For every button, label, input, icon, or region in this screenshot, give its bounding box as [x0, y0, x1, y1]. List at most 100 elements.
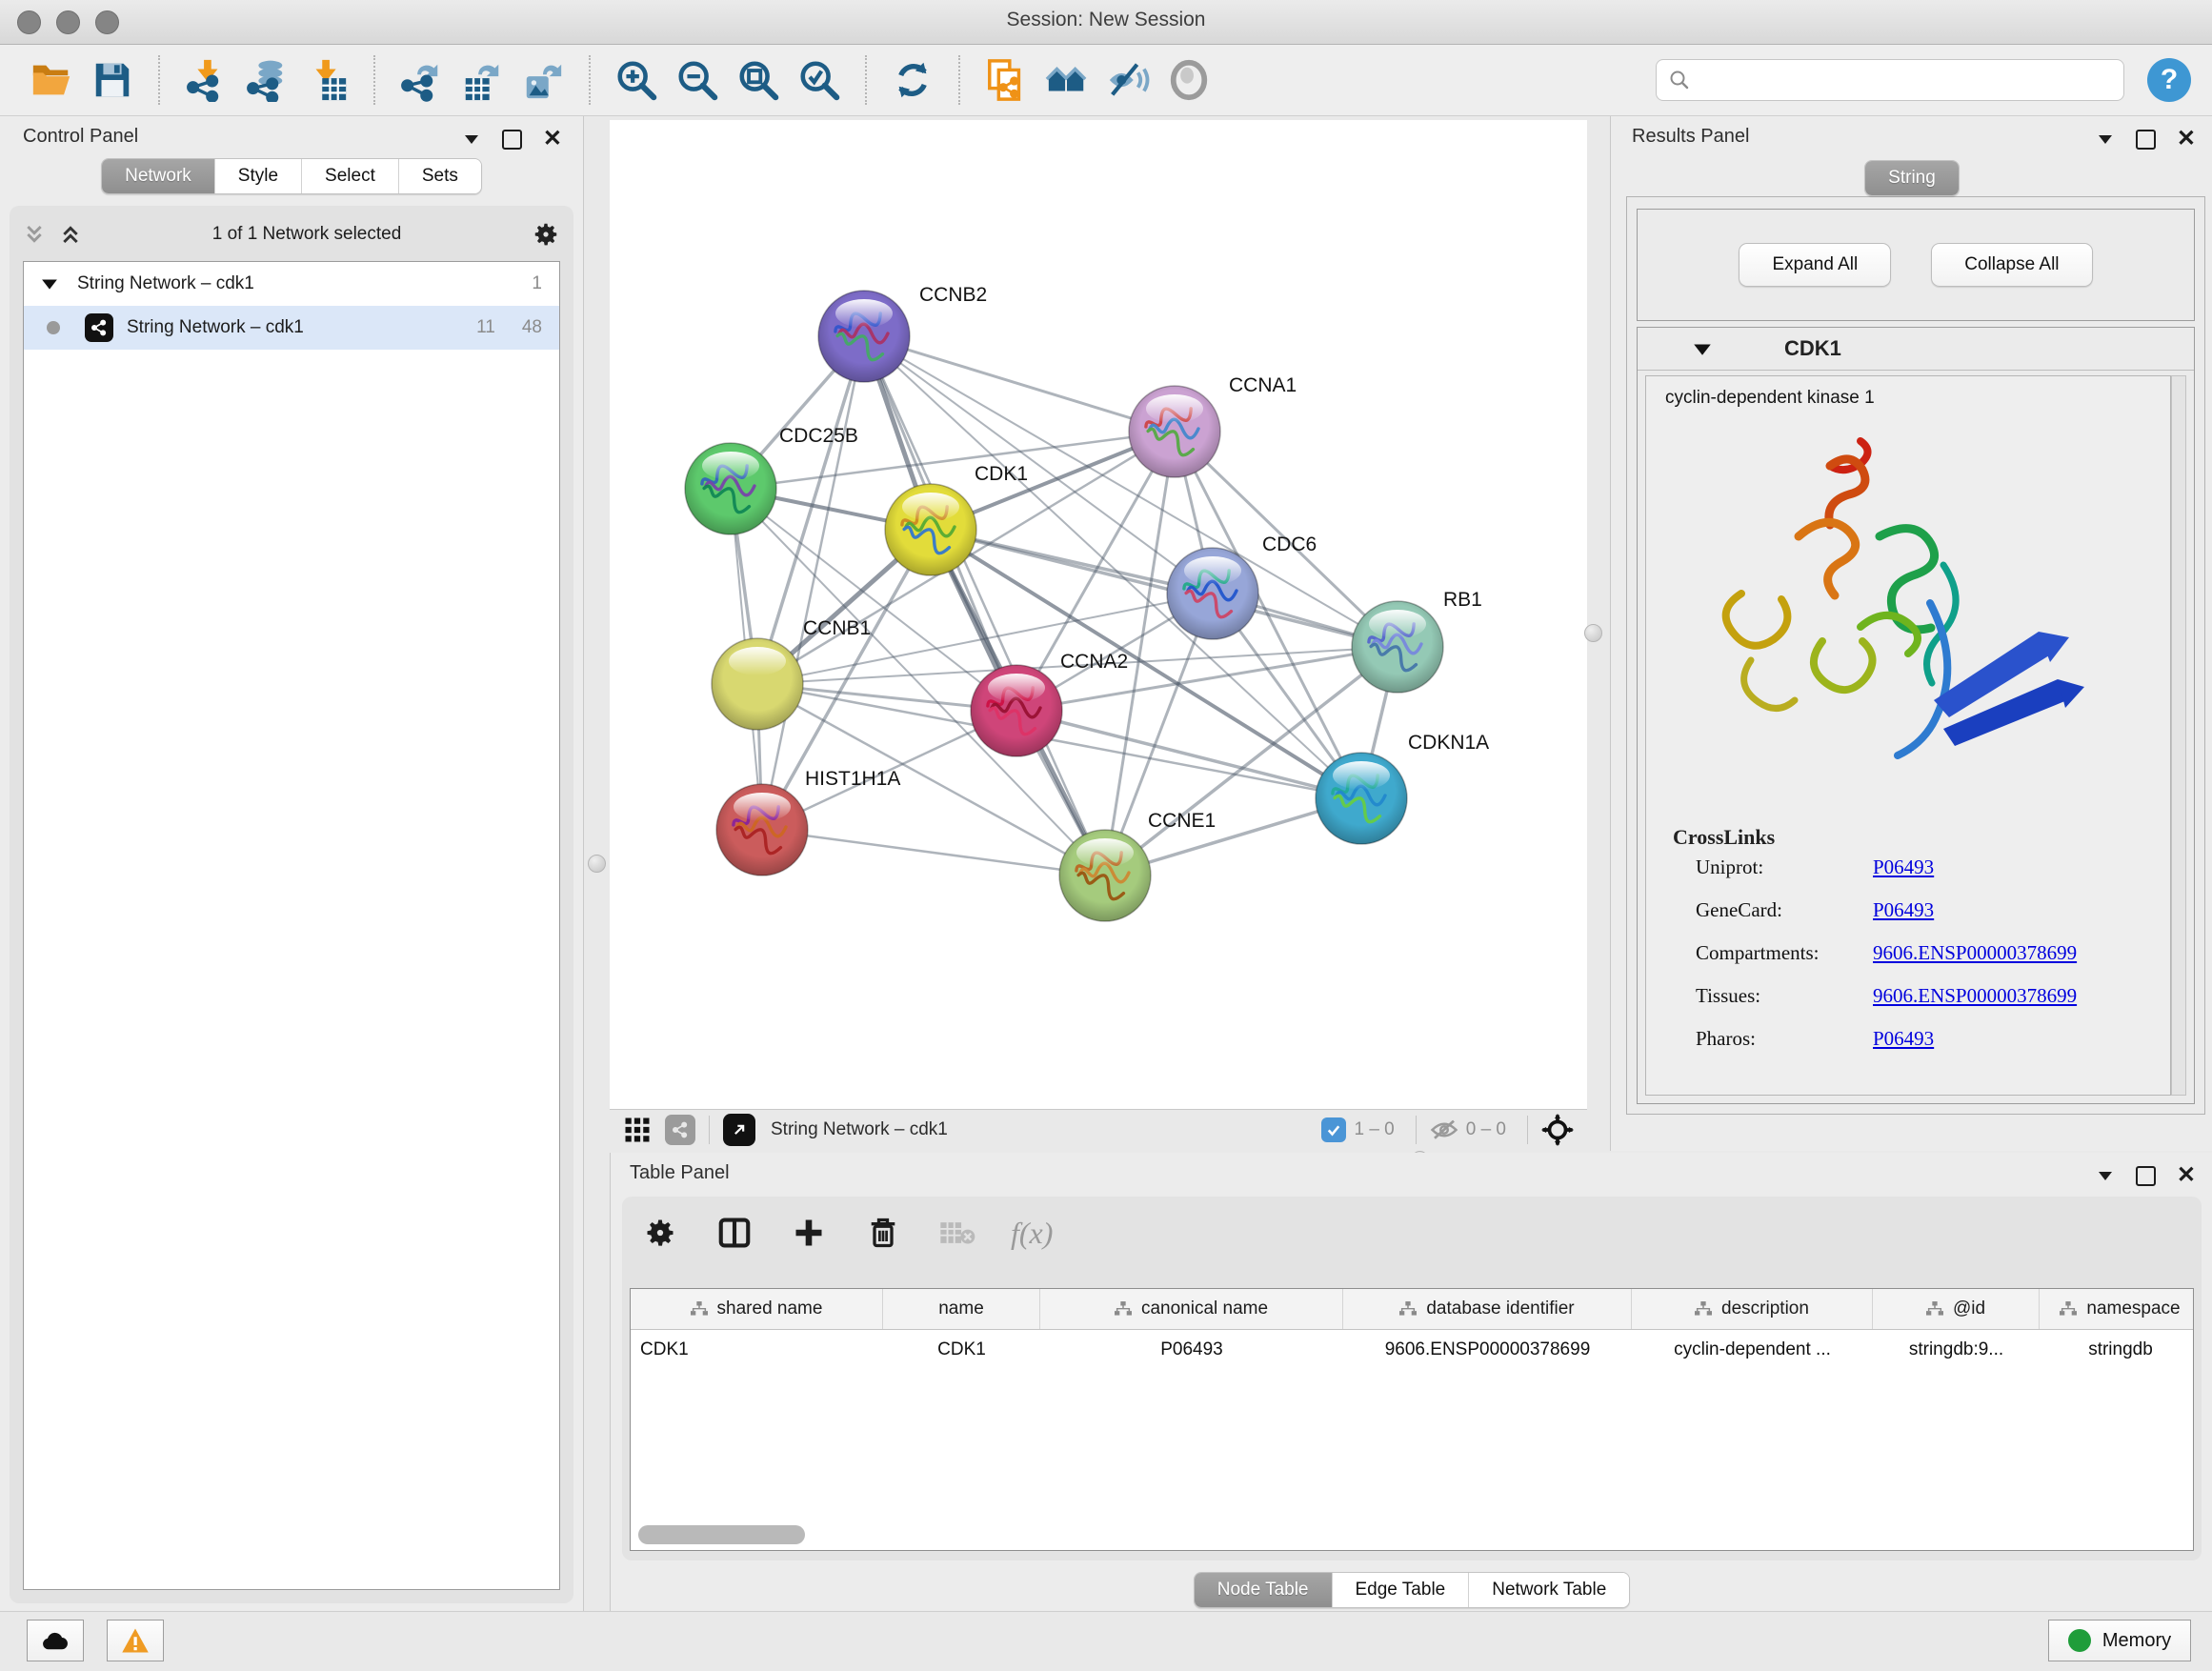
- export-table-button[interactable]: [455, 52, 509, 108]
- function-builder-button[interactable]: f(x): [1011, 1216, 1053, 1251]
- network-view-canvas[interactable]: CCNB2CCNA1CDC25BCDK1CDC6RB1CCNB1CCNA2CDK…: [610, 120, 1587, 1109]
- collapse-all-chevron-icon[interactable]: [23, 223, 46, 246]
- crosslink-link[interactable]: 9606.ENSP00000378699: [1873, 984, 2077, 1008]
- crosslink-label: Tissues:: [1696, 984, 1873, 1008]
- detach-view-icon[interactable]: [723, 1114, 755, 1146]
- node-label-CDK1: CDK1: [975, 463, 1028, 485]
- network-edge-CCNB2-HIST1H1A[interactable]: [762, 336, 864, 830]
- export-network-button[interactable]: [394, 52, 448, 108]
- import-network-from-file-button[interactable]: [179, 52, 232, 108]
- crosslink-link[interactable]: P06493: [1873, 898, 1934, 922]
- panel-menu-icon[interactable]: [462, 132, 481, 146]
- network-row[interactable]: String Network – cdk1 11 48: [24, 306, 559, 350]
- show-columns-button[interactable]: [714, 1212, 755, 1254]
- clone-network-button[interactable]: [979, 52, 1033, 108]
- column-header--id[interactable]: @id: [1873, 1289, 2040, 1329]
- panel-menu-icon[interactable]: [2096, 132, 2115, 146]
- column-header-name[interactable]: name: [883, 1289, 1040, 1329]
- panel-menu-icon[interactable]: [2096, 1169, 2115, 1182]
- fit-content-crosshair-icon[interactable]: [1541, 1114, 1574, 1146]
- selected-checkbox-icon[interactable]: [1321, 1117, 1346, 1142]
- save-session-button[interactable]: [86, 52, 139, 108]
- crosslink-link[interactable]: 9606.ENSP00000378699: [1873, 941, 2077, 965]
- zoom-out-button[interactable]: [671, 52, 724, 108]
- table-row[interactable]: CDK1CDK1P064939606.ENSP00000378699cyclin…: [631, 1330, 2193, 1370]
- hidden-eye-icon[interactable]: [1430, 1117, 1458, 1142]
- column-header-shared-name[interactable]: shared name: [631, 1289, 883, 1329]
- crosslink-link[interactable]: P06493: [1873, 856, 1934, 879]
- horizontal-scrollbar-thumb[interactable]: [638, 1525, 805, 1544]
- column-header-canonical-name[interactable]: canonical name: [1040, 1289, 1343, 1329]
- panel-float-icon[interactable]: [502, 130, 522, 150]
- network-node-CDC6[interactable]: [1167, 548, 1258, 639]
- import-network-from-database-button[interactable]: [240, 52, 293, 108]
- column-header-database-identifier[interactable]: database identifier: [1343, 1289, 1632, 1329]
- import-table-from-file-button[interactable]: [301, 52, 354, 108]
- results-scrollbar-track[interactable]: [2171, 375, 2186, 1096]
- zoom-fit-button[interactable]: [732, 52, 785, 108]
- tab-select[interactable]: Select: [302, 159, 399, 193]
- tab-network[interactable]: Network: [102, 159, 215, 193]
- network-node-CCNE1[interactable]: [1059, 830, 1151, 921]
- panel-close-icon[interactable]: ✕: [543, 128, 562, 151]
- export-image-button[interactable]: [516, 52, 570, 108]
- tab-network-table[interactable]: Network Table: [1469, 1573, 1629, 1607]
- help-button[interactable]: ?: [2147, 58, 2191, 102]
- memory-button[interactable]: Memory: [2048, 1620, 2191, 1661]
- panel-close-icon[interactable]: ✕: [2177, 1164, 2196, 1187]
- network-node-CCNB2[interactable]: [818, 291, 910, 382]
- tab-node-table[interactable]: Node Table: [1195, 1573, 1333, 1607]
- network-node-CDC25B[interactable]: [685, 443, 776, 534]
- expand-all-chevron-icon[interactable]: [59, 223, 82, 246]
- network-edge-CCNB2-CCNE1[interactable]: [864, 336, 1105, 876]
- search-input[interactable]: [1699, 69, 2112, 91]
- network-node-CCNA1[interactable]: [1129, 386, 1220, 477]
- crosslink-label: Uniprot:: [1696, 856, 1873, 879]
- network-edge-CDK1-RB1[interactable]: [931, 530, 1398, 647]
- delete-column-button[interactable]: [862, 1212, 904, 1254]
- tab-string[interactable]: String: [1865, 161, 1959, 195]
- grid-view-icon[interactable]: [623, 1116, 652, 1144]
- show-hide-graphics-button[interactable]: [1101, 52, 1155, 108]
- create-column-button[interactable]: [788, 1212, 830, 1254]
- birds-eye-view-button[interactable]: [1162, 52, 1216, 108]
- network-node-HIST1H1A[interactable]: [716, 784, 808, 876]
- network-collection-row[interactable]: String Network – cdk1 1: [24, 262, 559, 306]
- collapse-all-button[interactable]: Collapse All: [1931, 243, 2092, 287]
- zoom-selected-button[interactable]: [793, 52, 846, 108]
- network-node-CDK1[interactable]: [885, 484, 976, 575]
- tab-sets[interactable]: Sets: [399, 159, 481, 193]
- network-node-CDKN1A[interactable]: [1316, 753, 1407, 844]
- network-edge-CCNA2-CDKN1A[interactable]: [1016, 711, 1361, 798]
- table-settings-button[interactable]: [639, 1212, 681, 1254]
- column-header-namespace[interactable]: namespace: [2040, 1289, 2194, 1329]
- tab-style[interactable]: Style: [215, 159, 302, 193]
- netbar-separator: [1527, 1116, 1528, 1144]
- network-view-share-icon[interactable]: [665, 1115, 695, 1145]
- panel-float-icon[interactable]: [2136, 130, 2156, 150]
- network-node-CCNA2[interactable]: [971, 665, 1062, 756]
- gear-icon[interactable]: [532, 220, 560, 249]
- expand-all-button[interactable]: Expand All: [1739, 243, 1891, 287]
- open-session-button[interactable]: [25, 52, 78, 108]
- network-edge-CCNB2-CCNA1[interactable]: [864, 336, 1175, 432]
- panel-close-icon[interactable]: ✕: [2177, 128, 2196, 151]
- left-splitter-grip[interactable]: [588, 855, 606, 873]
- network-node-RB1[interactable]: [1352, 601, 1443, 693]
- section-collapse-icon[interactable]: [1693, 342, 1712, 356]
- column-header-description[interactable]: description: [1632, 1289, 1873, 1329]
- panel-float-icon[interactable]: [2136, 1166, 2156, 1186]
- node-details-header[interactable]: CDK1: [1638, 328, 2194, 371]
- apply-layout-button[interactable]: [886, 52, 939, 108]
- collection-expand-icon[interactable]: [41, 277, 58, 291]
- cloud-status-button[interactable]: [27, 1620, 84, 1661]
- warnings-button[interactable]: [107, 1620, 164, 1661]
- zoom-in-button[interactable]: [610, 52, 663, 108]
- network-edge-HIST1H1A-CCNE1[interactable]: [762, 830, 1105, 876]
- delete-table-button[interactable]: [936, 1212, 978, 1254]
- home-stringify-button[interactable]: [1040, 52, 1094, 108]
- network-node-CCNB1[interactable]: [712, 638, 803, 730]
- tab-edge-table[interactable]: Edge Table: [1333, 1573, 1470, 1607]
- right-splitter-grip[interactable]: [1584, 624, 1602, 642]
- crosslink-link[interactable]: P06493: [1873, 1027, 1934, 1051]
